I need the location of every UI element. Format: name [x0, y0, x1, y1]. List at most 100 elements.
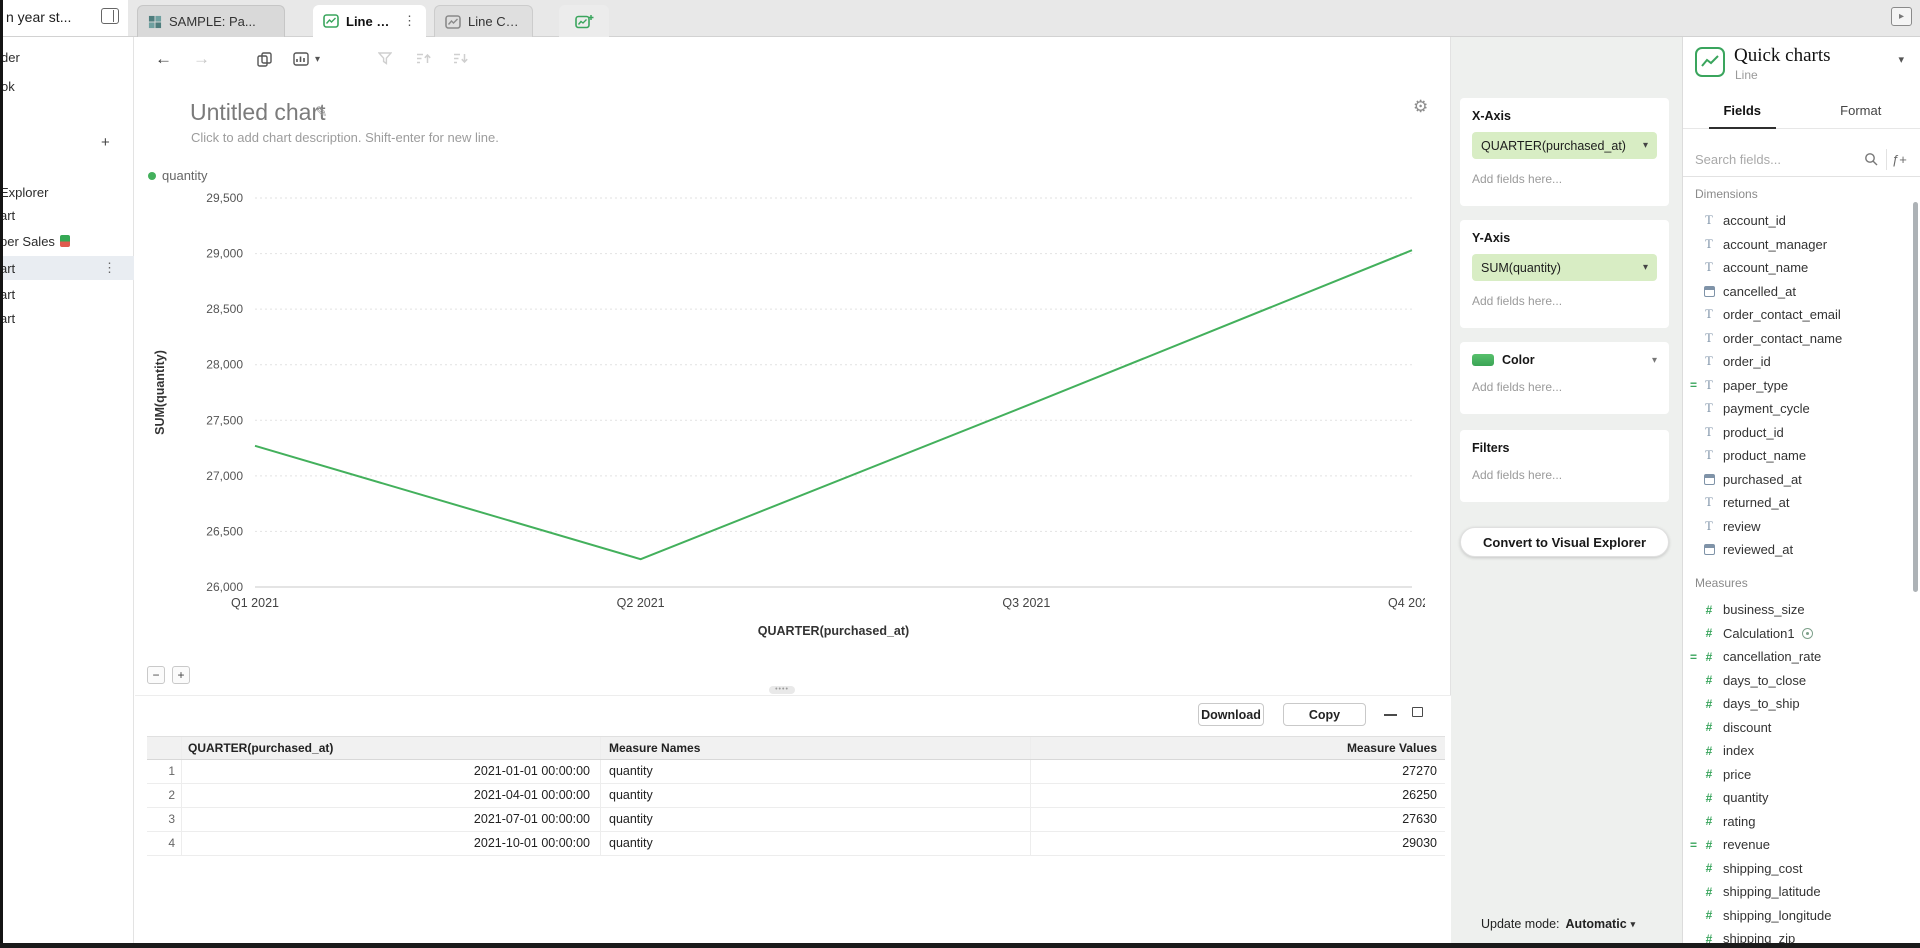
- chart-title[interactable]: Untitled chart: [190, 99, 326, 126]
- tab-menu-icon[interactable]: [403, 13, 416, 29]
- measure-field-item[interactable]: shipping_latitude: [1683, 880, 1913, 904]
- column-header[interactable]: QUARTER(purchased_at): [181, 737, 600, 759]
- search-fields-input[interactable]: [1695, 148, 1850, 170]
- tab-line-chart-2[interactable]: Line Chart: [434, 5, 533, 37]
- measure-field-item[interactable]: Calculation1: [1683, 622, 1913, 646]
- zoom-in-button[interactable]: +: [172, 666, 190, 684]
- tab-fields[interactable]: Fields: [1683, 93, 1802, 128]
- duplicate-icon[interactable]: [257, 52, 272, 67]
- dimension-field-item[interactable]: reviewed_at: [1683, 538, 1913, 562]
- cell-measure-name: quantity: [600, 784, 1030, 807]
- panel-expand-icon[interactable]: [1891, 7, 1912, 26]
- main-chart-area: Untitled chart Click to add chart descri…: [135, 37, 1451, 948]
- y-axis-title: Y-Axis: [1472, 231, 1657, 245]
- dimension-field-item[interactable]: order_id: [1683, 350, 1913, 374]
- download-button[interactable]: Download: [1198, 703, 1264, 726]
- chart-type-caret-icon[interactable]: [315, 54, 320, 65]
- column-header[interactable]: Measure Values: [1030, 737, 1445, 759]
- measure-field-item[interactable]: discount: [1683, 716, 1913, 740]
- tab-label: SAMPLE: Pa...: [169, 14, 274, 29]
- add-fields-dropzone[interactable]: Add fields here...: [1472, 468, 1657, 482]
- svg-text:Q3 2021: Q3 2021: [1002, 596, 1050, 610]
- sidebar-item-chart[interactable]: art: [0, 203, 134, 227]
- fields-format-tabs: Fields Format: [1683, 93, 1920, 129]
- chart-description-placeholder[interactable]: Click to add chart description. Shift-en…: [191, 130, 499, 145]
- measure-field-item[interactable]: business_size: [1683, 598, 1913, 622]
- add-item-button[interactable]: +: [101, 134, 110, 151]
- add-fields-dropzone[interactable]: Add fields here...: [1472, 172, 1657, 186]
- dimension-field-item[interactable]: product_id: [1683, 421, 1913, 445]
- measure-field-item[interactable]: rating: [1683, 810, 1913, 834]
- measure-field-item[interactable]: shipping_cost: [1683, 857, 1913, 881]
- add-formula-icon[interactable]: [1886, 149, 1912, 170]
- table-row[interactable]: 1 2021-01-01 00:00:00 quantity 27270: [147, 760, 1445, 784]
- scrollbar-thumb[interactable]: [1913, 202, 1918, 592]
- tab-format[interactable]: Format: [1802, 93, 1920, 128]
- field-type-icon: [1702, 767, 1716, 781]
- measure-field-item[interactable]: days_to_close: [1683, 669, 1913, 693]
- sidebar-collapse-icon[interactable]: [101, 8, 119, 24]
- sidebar-item-explorer[interactable]: Explorer: [0, 180, 134, 204]
- caret-down-icon[interactable]: [1643, 262, 1648, 273]
- dimension-field-item[interactable]: order_contact_name: [1683, 327, 1913, 351]
- convert-to-visual-explorer-button[interactable]: Convert to Visual Explorer: [1460, 527, 1669, 557]
- measure-field-item[interactable]: index: [1683, 739, 1913, 763]
- measure-field-item[interactable]: shipping_longitude: [1683, 904, 1913, 928]
- dimension-field-item[interactable]: cancelled_at: [1683, 280, 1913, 304]
- color-swatch[interactable]: [1472, 354, 1494, 366]
- dimension-field-item[interactable]: order_contact_email: [1683, 303, 1913, 327]
- dimension-field-item[interactable]: = paper_type: [1683, 374, 1913, 398]
- tab-line-chart-active[interactable]: Line Chart: [313, 5, 426, 37]
- field-name: account_name: [1723, 260, 1808, 275]
- new-chart-tab-button[interactable]: [559, 5, 609, 37]
- dimension-field-item[interactable]: account_name: [1683, 256, 1913, 280]
- zoom-out-button[interactable]: −: [147, 666, 165, 684]
- measure-field-item[interactable]: quantity: [1683, 786, 1913, 810]
- maximize-panel-icon[interactable]: [1412, 707, 1423, 717]
- dimension-field-item[interactable]: product_name: [1683, 444, 1913, 468]
- measure-field-item[interactable]: = revenue: [1683, 833, 1913, 857]
- collapse-caret-icon[interactable]: [1652, 355, 1657, 366]
- measure-field-item[interactable]: = cancellation_rate: [1683, 645, 1913, 669]
- update-mode-label: Update mode:: [1481, 917, 1560, 931]
- caret-down-icon[interactable]: [1643, 140, 1648, 151]
- table-row[interactable]: 3 2021-07-01 00:00:00 quantity 27630: [147, 808, 1445, 832]
- sidebar-item-chart-selected[interactable]: art: [0, 256, 134, 280]
- tab-sample-dataset[interactable]: SAMPLE: Pa...: [137, 5, 285, 37]
- dimension-field-item[interactable]: purchased_at: [1683, 468, 1913, 492]
- edit-title-icon[interactable]: [315, 103, 328, 121]
- measure-field-item[interactable]: days_to_ship: [1683, 692, 1913, 716]
- table-row[interactable]: 2 2021-04-01 00:00:00 quantity 26250: [147, 784, 1445, 808]
- table-row[interactable]: 4 2021-10-01 00:00:00 quantity 29030: [147, 832, 1445, 856]
- chart-settings-icon[interactable]: [1413, 97, 1428, 117]
- add-fields-dropzone[interactable]: Add fields here...: [1472, 294, 1657, 308]
- dimension-field-item[interactable]: review: [1683, 515, 1913, 539]
- back-button[interactable]: [155, 49, 172, 69]
- chart-type-chevron-icon[interactable]: [1898, 53, 1904, 66]
- copy-button[interactable]: Copy: [1283, 703, 1366, 726]
- dimension-field-item[interactable]: account_id: [1683, 209, 1913, 233]
- sidebar-item-paper-sales[interactable]: per Sales: [0, 229, 134, 253]
- item-menu-icon[interactable]: [103, 260, 116, 276]
- dimension-field-item[interactable]: payment_cycle: [1683, 397, 1913, 421]
- color-card: Color Add fields here...: [1460, 342, 1669, 414]
- y-axis-field-pill[interactable]: SUM(quantity): [1472, 254, 1657, 281]
- sidebar-item-truncated[interactable]: der: [1, 50, 20, 65]
- fields-panel: Quick charts Line Fields Format Dimensio…: [1682, 37, 1920, 948]
- chart-type-icon[interactable]: [293, 52, 309, 66]
- column-header[interactable]: Measure Names: [600, 737, 1030, 759]
- tab-label: Line Chart: [468, 14, 522, 29]
- dimension-field-item[interactable]: returned_at: [1683, 491, 1913, 515]
- sidebar-item-truncated[interactable]: ok: [1, 79, 15, 94]
- forward-button[interactable]: [193, 49, 210, 69]
- add-fields-dropzone[interactable]: Add fields here...: [1472, 380, 1657, 394]
- dimension-field-item[interactable]: account_manager: [1683, 233, 1913, 257]
- panel-resize-handle[interactable]: [769, 686, 795, 694]
- update-mode-dropdown[interactable]: Automatic: [1566, 917, 1636, 931]
- sidebar-item-chart[interactable]: art: [0, 282, 134, 306]
- x-axis-field-pill[interactable]: QUARTER(purchased_at): [1472, 132, 1657, 159]
- measure-field-item[interactable]: price: [1683, 763, 1913, 787]
- cell-measure-name: quantity: [600, 808, 1030, 831]
- minimize-panel-icon[interactable]: [1384, 714, 1397, 716]
- sidebar-item-chart[interactable]: art: [0, 306, 134, 330]
